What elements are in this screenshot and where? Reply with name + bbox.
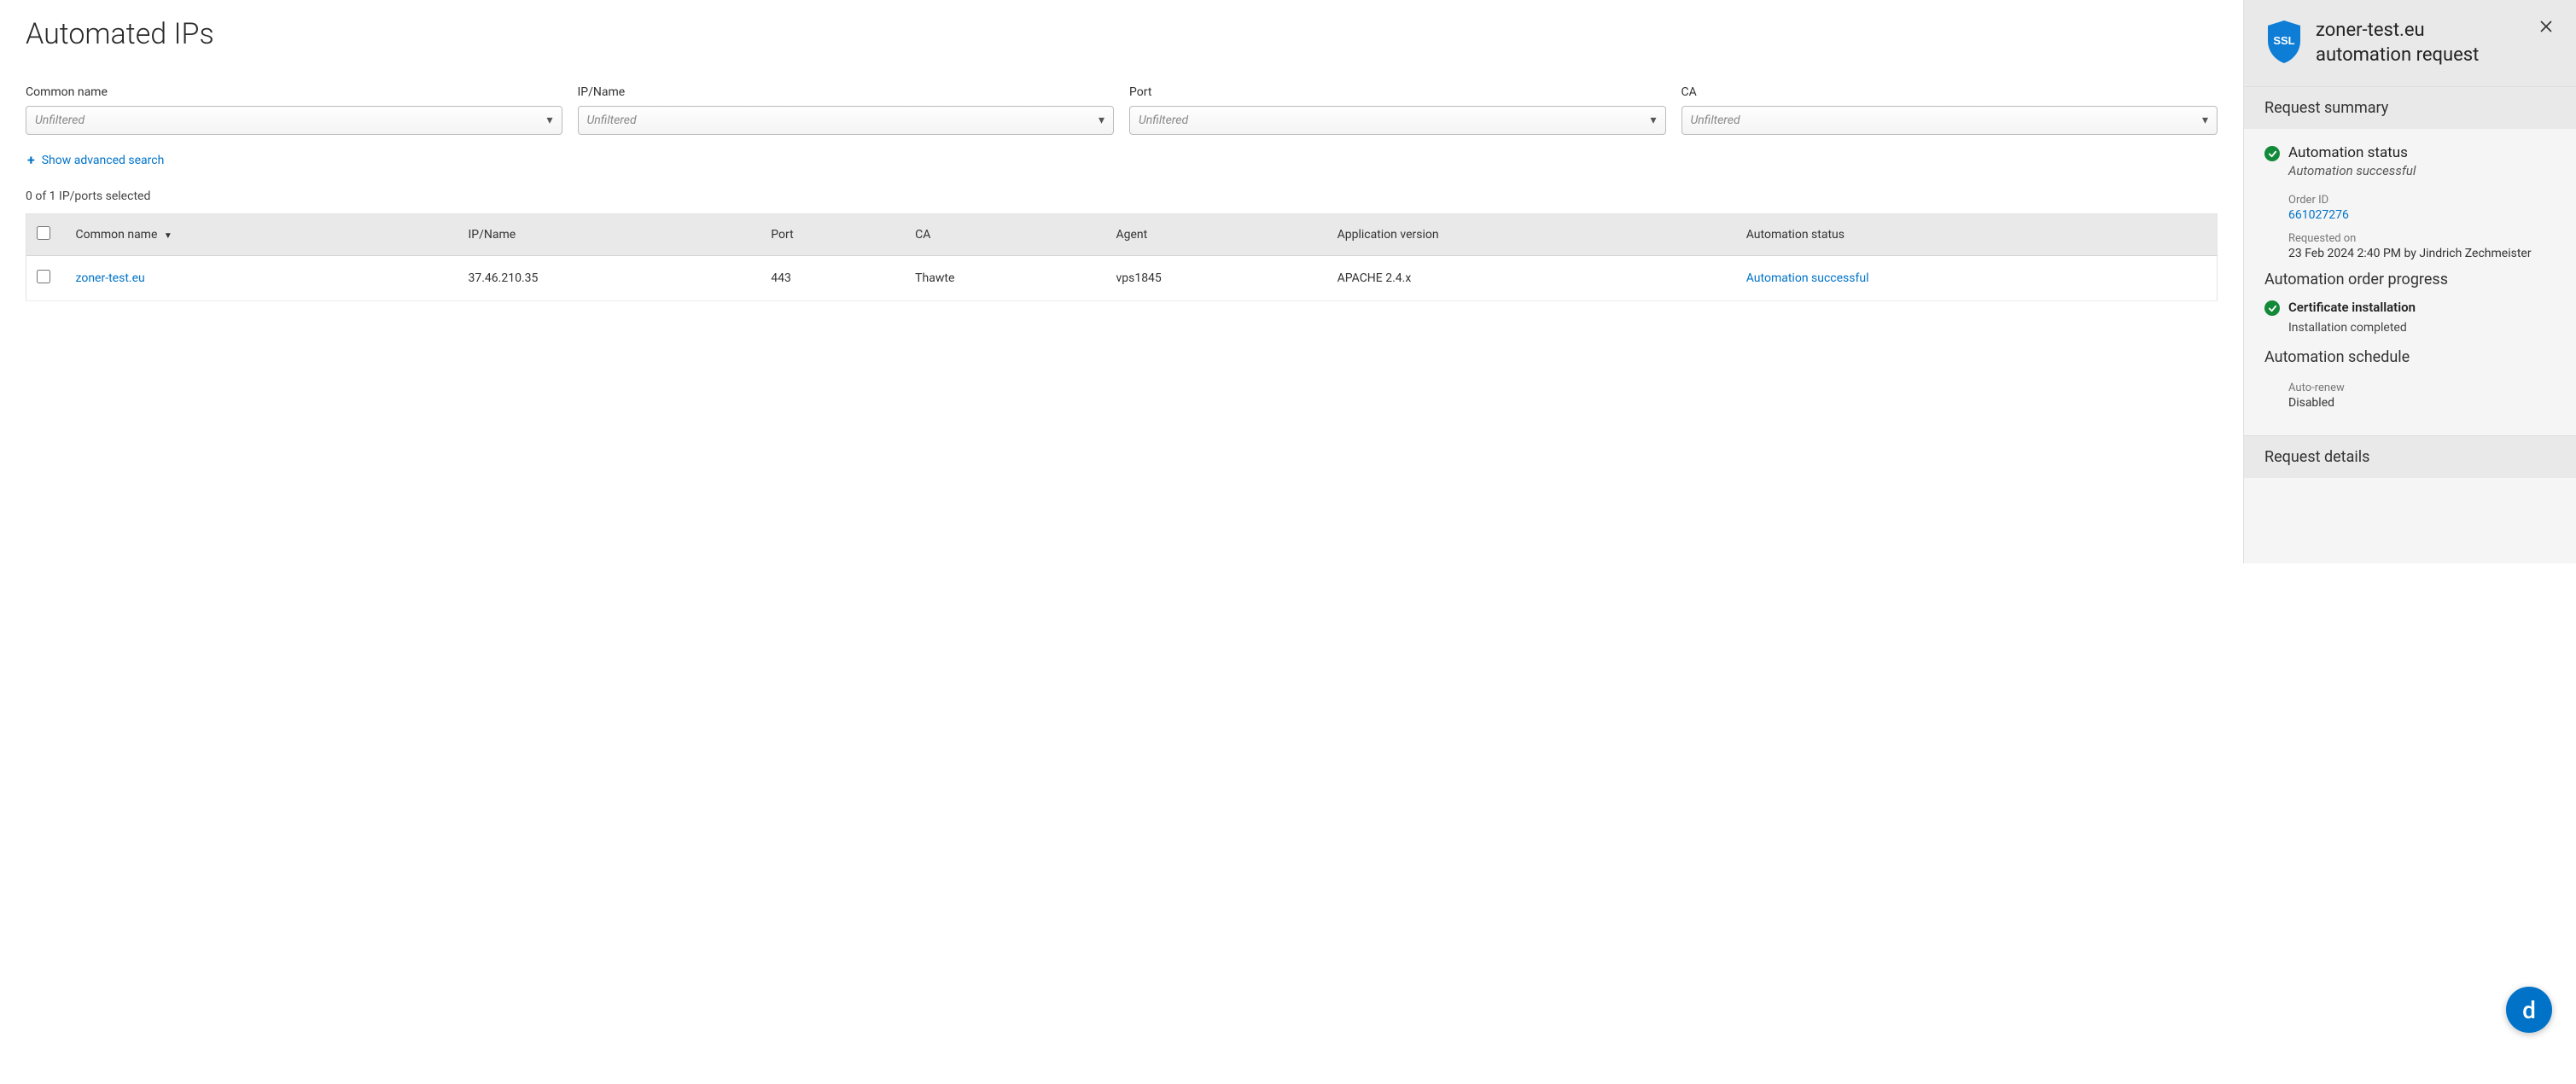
adv-search-label: Show advanced search bbox=[42, 154, 165, 167]
panel-title-line1: zoner-test.eu bbox=[2316, 19, 2525, 44]
caret-down-icon: ▾ bbox=[1650, 114, 1656, 127]
col-header-label: Common name bbox=[76, 228, 158, 242]
filter-row: Common name Unfiltered ▾ IP/Name Unfilte… bbox=[26, 85, 2218, 135]
filter-select-common-name[interactable]: Unfiltered ▾ bbox=[26, 106, 562, 135]
caret-down-icon: ▾ bbox=[546, 114, 552, 127]
caret-down-icon: ▾ bbox=[2202, 114, 2208, 127]
row-checkbox[interactable] bbox=[37, 270, 50, 283]
caret-down-icon: ▾ bbox=[1099, 114, 1104, 127]
auto-renew-value: Disabled bbox=[2288, 396, 2556, 410]
svg-text:SSL: SSL bbox=[2273, 34, 2294, 47]
filter-select-ip-name[interactable]: Unfiltered ▾ bbox=[578, 106, 1115, 135]
col-header-auto-status[interactable]: Automation status bbox=[1736, 214, 2218, 256]
cell-port: 443 bbox=[761, 256, 905, 301]
auto-renew-label: Auto-renew bbox=[2288, 382, 2556, 394]
filter-placeholder: Unfiltered bbox=[1691, 114, 1740, 127]
cert-installation-title: Certificate installation bbox=[2288, 300, 2416, 315]
filter-placeholder: Unfiltered bbox=[587, 114, 637, 127]
close-panel-button[interactable] bbox=[2537, 19, 2556, 38]
page-title: Automated IPs bbox=[26, 17, 2218, 51]
automation-order-progress-heading: Automation order progress bbox=[2264, 271, 2556, 288]
filter-placeholder: Unfiltered bbox=[1139, 114, 1188, 127]
filter-select-port[interactable]: Unfiltered ▾ bbox=[1129, 106, 1666, 135]
col-header-port[interactable]: Port bbox=[761, 214, 905, 256]
filter-label-ca: CA bbox=[1681, 85, 2218, 99]
cell-agent: vps1845 bbox=[1105, 256, 1326, 301]
sort-desc-icon: ▼ bbox=[164, 231, 172, 241]
col-header-ca[interactable]: CA bbox=[905, 214, 1105, 256]
order-id-link[interactable]: 661027276 bbox=[2288, 208, 2556, 222]
ip-table: Common name ▼ IP/Name Port CA Agent Appl… bbox=[26, 213, 2218, 301]
cell-ip-name: 37.46.210.35 bbox=[458, 256, 761, 301]
col-header-agent[interactable]: Agent bbox=[1105, 214, 1326, 256]
check-circle-icon bbox=[2264, 146, 2280, 161]
cell-auto-status-link[interactable]: Automation successful bbox=[1736, 256, 2218, 301]
help-fab-button[interactable]: d bbox=[2506, 987, 2552, 1033]
col-header-common-name[interactable]: Common name ▼ bbox=[66, 214, 458, 256]
filter-placeholder: Unfiltered bbox=[35, 114, 85, 127]
filter-label-common-name: Common name bbox=[26, 85, 562, 99]
check-circle-icon bbox=[2264, 300, 2280, 316]
plus-icon: + bbox=[27, 152, 35, 168]
show-advanced-search-link[interactable]: + Show advanced search bbox=[27, 152, 164, 168]
cell-app-version: APACHE 2.4.x bbox=[1327, 256, 1736, 301]
automation-schedule-heading: Automation schedule bbox=[2264, 348, 2556, 366]
filter-label-port: Port bbox=[1129, 85, 1666, 99]
ssl-shield-icon: SSL bbox=[2264, 19, 2304, 65]
section-header-request-summary: Request summary bbox=[2244, 86, 2576, 129]
automation-status-title: Automation status bbox=[2288, 144, 2416, 161]
filter-label-ip-name: IP/Name bbox=[578, 85, 1115, 99]
selection-count-text: 0 of 1 IP/ports selected bbox=[26, 189, 2218, 203]
filter-select-ca[interactable]: Unfiltered ▾ bbox=[1681, 106, 2218, 135]
requested-on-value: 23 Feb 2024 2:40 PM by Jindrich Zechmeis… bbox=[2288, 247, 2556, 260]
requested-on-label: Requested on bbox=[2288, 232, 2556, 245]
automation-status-subtitle: Automation successful bbox=[2288, 163, 2416, 178]
section-header-request-details: Request details bbox=[2244, 435, 2576, 478]
col-header-app-version[interactable]: Application version bbox=[1327, 214, 1736, 256]
close-icon bbox=[2539, 20, 2553, 33]
select-all-checkbox[interactable] bbox=[37, 226, 50, 240]
details-side-panel: SSL zoner-test.eu automation request Req… bbox=[2243, 0, 2576, 563]
panel-title-line2: automation request bbox=[2316, 44, 2525, 68]
cert-installation-subtitle: Installation completed bbox=[2288, 321, 2556, 335]
table-row: zoner-test.eu 37.46.210.35 443 Thawte vp… bbox=[26, 256, 2218, 301]
col-header-ip-name[interactable]: IP/Name bbox=[458, 214, 761, 256]
cell-common-name-link[interactable]: zoner-test.eu bbox=[66, 256, 458, 301]
order-id-label: Order ID bbox=[2288, 194, 2556, 207]
cell-ca: Thawte bbox=[905, 256, 1105, 301]
